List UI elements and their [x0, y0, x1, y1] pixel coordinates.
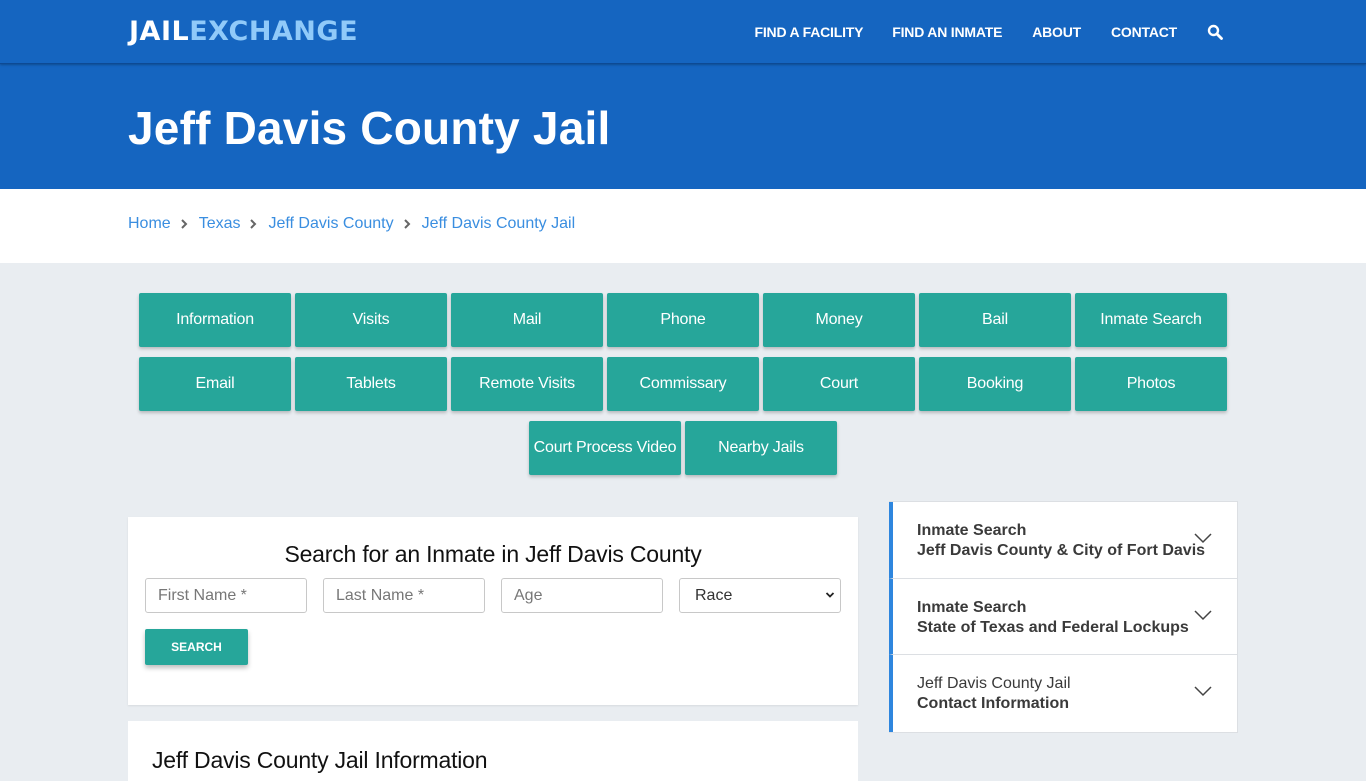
chevron-right-icon: [180, 219, 188, 229]
accordion-item-subheading: State of Texas and Federal Lockups: [917, 618, 1189, 636]
site-logo[interactable]: JAILEXCHANGE: [129, 15, 358, 49]
race-select-value: Race: [695, 587, 733, 604]
accordion-item-county-inmate-search[interactable]: Inmate Search Jeff Davis County & City o…: [889, 502, 1237, 579]
page-hero: Jeff Davis County Jail: [0, 64, 1366, 189]
page-title: Jeff Davis County Jail: [128, 102, 611, 154]
jail-information-card: Jeff Davis County Jail Information: [128, 721, 858, 781]
accordion-item-subheading: Contact Information: [917, 695, 1069, 712]
category-court[interactable]: Court: [763, 357, 915, 411]
accordion-item-heading: Inmate Search: [917, 598, 1027, 616]
nav-find-a-facility[interactable]: FIND A FACILITY: [755, 24, 864, 40]
breadcrumb-texas[interactable]: Texas: [199, 215, 241, 233]
logo-part-jail: JAIL: [129, 16, 190, 47]
accordion-item-text: Inmate Search State of Texas and Federal…: [917, 598, 1189, 638]
chevron-down-icon[interactable]: [1194, 533, 1212, 544]
last-name-input[interactable]: [323, 578, 485, 613]
category-information[interactable]: Information: [139, 293, 291, 347]
category-photos[interactable]: Photos: [1075, 357, 1227, 411]
category-remote-visits[interactable]: Remote Visits: [451, 357, 603, 411]
accordion-item-text: Jeff Davis County Jail Contact Informati…: [917, 674, 1071, 714]
info-section-title: Jeff Davis County Jail Information: [152, 747, 488, 773]
top-navbar: JAILEXCHANGE FIND A FACILITY FIND AN INM…: [0, 0, 1366, 64]
chevron-down-icon[interactable]: [1194, 609, 1212, 621]
category-buttons: Information Visits Mail Phone Money Bail…: [137, 293, 1229, 485]
breadcrumb-bar: Home Texas Jeff Davis County Jeff Davis …: [0, 189, 1366, 263]
accordion-item-contact-information[interactable]: Jeff Davis County Jail Contact Informati…: [889, 655, 1237, 732]
nav-about[interactable]: ABOUT: [1032, 24, 1081, 40]
chevron-down-icon: [825, 592, 835, 598]
category-phone[interactable]: Phone: [607, 293, 759, 347]
category-commissary[interactable]: Commissary: [607, 357, 759, 411]
chevron-down-icon[interactable]: [1194, 686, 1212, 697]
category-money[interactable]: Money: [763, 293, 915, 347]
accordion-item-state-inmate-search[interactable]: Inmate Search State of Texas and Federal…: [889, 578, 1237, 655]
category-booking[interactable]: Booking: [919, 357, 1071, 411]
first-name-input[interactable]: [145, 578, 307, 613]
category-visits[interactable]: Visits: [295, 293, 447, 347]
breadcrumb-county[interactable]: Jeff Davis County: [268, 215, 393, 233]
breadcrumb: Home Texas Jeff Davis County Jeff Davis …: [128, 215, 575, 233]
chevron-right-icon: [250, 219, 257, 229]
chevron-right-icon: [403, 219, 410, 229]
accordion-item-heading: Inmate Search: [917, 522, 1027, 539]
category-inmate-search[interactable]: Inmate Search: [1075, 293, 1227, 347]
category-bail[interactable]: Bail: [919, 293, 1071, 347]
logo-part-exchange: EXCHANGE: [189, 16, 359, 47]
breadcrumb-home[interactable]: Home: [128, 215, 171, 233]
age-input[interactable]: [501, 578, 663, 613]
nav-find-an-inmate[interactable]: FIND AN INMATE: [892, 24, 1002, 40]
accordion-item-text: Inmate Search Jeff Davis County & City o…: [917, 521, 1205, 561]
category-mail[interactable]: Mail: [451, 293, 603, 347]
search-card-title: Search for an Inmate in Jeff Davis Count…: [284, 541, 702, 567]
sidebar-accordion: Inmate Search Jeff Davis County & City o…: [889, 501, 1238, 733]
search-icon[interactable]: [1207, 24, 1223, 40]
accordion-item-heading: Jeff Davis County Jail: [917, 675, 1071, 692]
search-button[interactable]: SEARCH: [145, 629, 248, 665]
category-email[interactable]: Email: [139, 357, 291, 411]
breadcrumb-jail[interactable]: Jeff Davis County Jail: [422, 215, 576, 233]
category-nearby-jails[interactable]: Nearby Jails: [685, 421, 837, 475]
category-tablets[interactable]: Tablets: [295, 357, 447, 411]
nav-links: FIND A FACILITY FIND AN INMATE ABOUT CON…: [755, 0, 1366, 64]
nav-contact[interactable]: CONTACT: [1111, 24, 1177, 40]
race-select[interactable]: Race: [679, 578, 841, 613]
category-court-process-video[interactable]: Court Process Video: [529, 421, 681, 475]
inmate-search-card: Search for an Inmate in Jeff Davis Count…: [128, 517, 858, 705]
accordion-item-subheading: Jeff Davis County & City of Fort Davis: [917, 542, 1206, 559]
